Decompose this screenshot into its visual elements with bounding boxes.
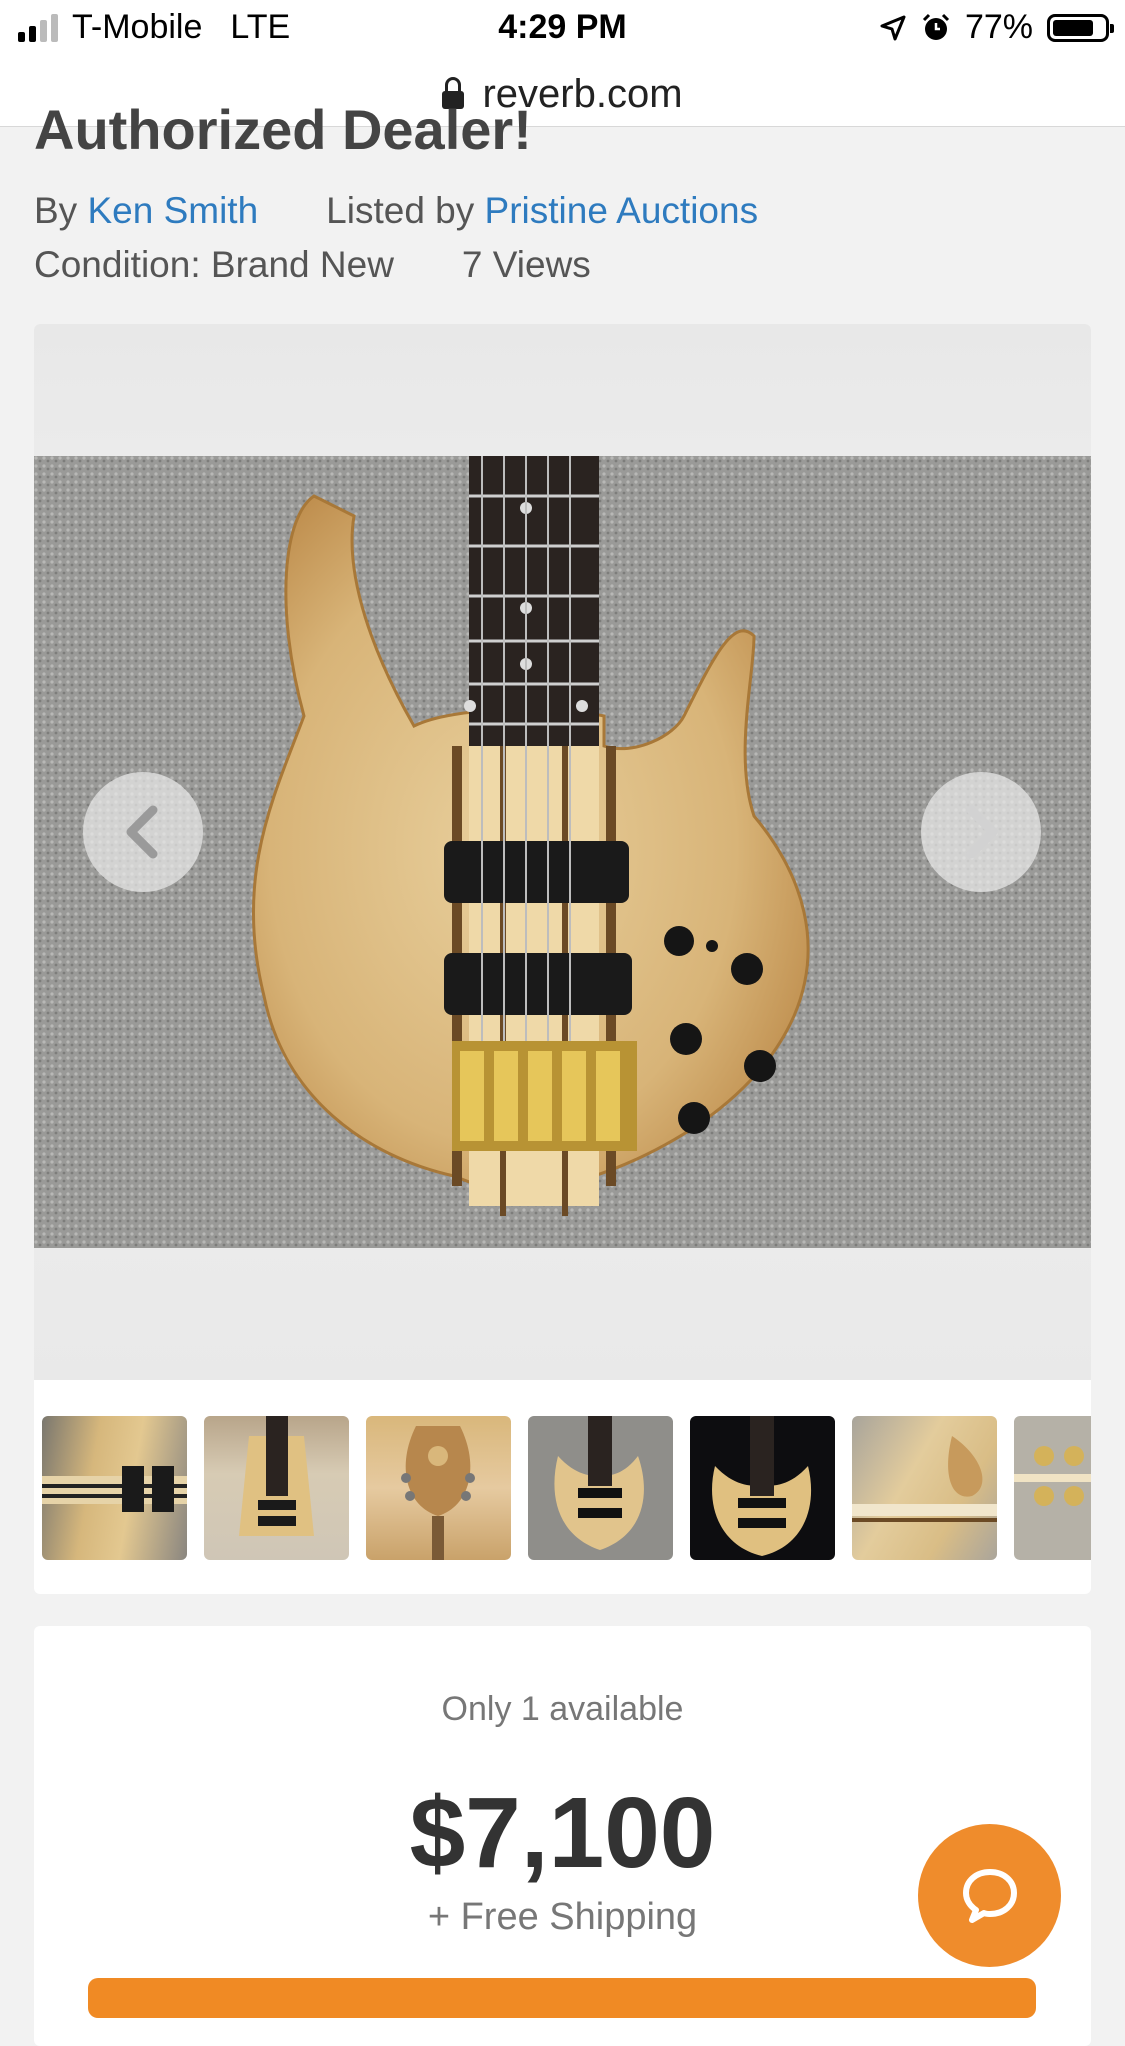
alarm-icon <box>922 13 949 40</box>
thumbnail[interactable] <box>1014 1416 1091 1560</box>
battery-icon <box>1047 13 1114 42</box>
thumbnail-image <box>239 1416 314 1536</box>
chevron-left-icon <box>126 805 158 859</box>
thumbnail-image <box>1014 1446 1091 1506</box>
location-arrow-icon <box>880 15 906 40</box>
chevron-right-icon <box>966 805 998 859</box>
thumbnail[interactable] <box>690 1416 835 1560</box>
listed-by-prefix: Listed by <box>326 190 475 231</box>
status-bar: T-Mobile LTE 4:29 PM 77% <box>0 0 1125 62</box>
thumbnail-image <box>42 1466 187 1512</box>
condition-label: Condition: Brand New <box>34 244 394 285</box>
views-count: 7 Views <box>461 244 591 285</box>
listing-title: Authorized Dealer! <box>34 102 532 161</box>
availability-label: Only 1 available <box>441 1690 684 1728</box>
thumbnail-image <box>852 1436 997 1522</box>
gallery-prev-button[interactable] <box>83 772 203 892</box>
thumbnail[interactable] <box>204 1416 349 1560</box>
thumbnail[interactable] <box>42 1416 187 1560</box>
listing-meta: Condition: Brand New 7 Views <box>34 244 591 286</box>
seller-link[interactable]: Pristine Auctions <box>485 190 759 232</box>
thumbnail[interactable] <box>366 1416 511 1560</box>
listing-byline: By Ken Smith Listed by Pristine Auctions <box>34 190 758 232</box>
thumbnail-image <box>401 1426 475 1560</box>
thumbnail-image <box>712 1416 812 1556</box>
status-right: 77% <box>879 8 1114 47</box>
buy-button[interactable] <box>88 1978 1036 2018</box>
by-prefix: By <box>34 190 78 231</box>
chat-bubble-icon <box>962 1868 1017 1923</box>
gallery-next-button[interactable] <box>921 772 1041 892</box>
brand-link[interactable]: Ken Smith <box>87 190 258 232</box>
photo-gallery <box>34 324 1091 1594</box>
thumbnail[interactable] <box>528 1416 673 1560</box>
thumbnail-image <box>554 1416 644 1550</box>
chat-button[interactable] <box>918 1824 1061 1967</box>
battery-percent: 77% <box>964 8 1033 46</box>
thumbnail[interactable] <box>852 1416 997 1560</box>
purchase-card: Only 1 available $7,100 + Free Shipping <box>34 1626 1091 2046</box>
thumbnail-strip[interactable] <box>42 1416 1091 1562</box>
